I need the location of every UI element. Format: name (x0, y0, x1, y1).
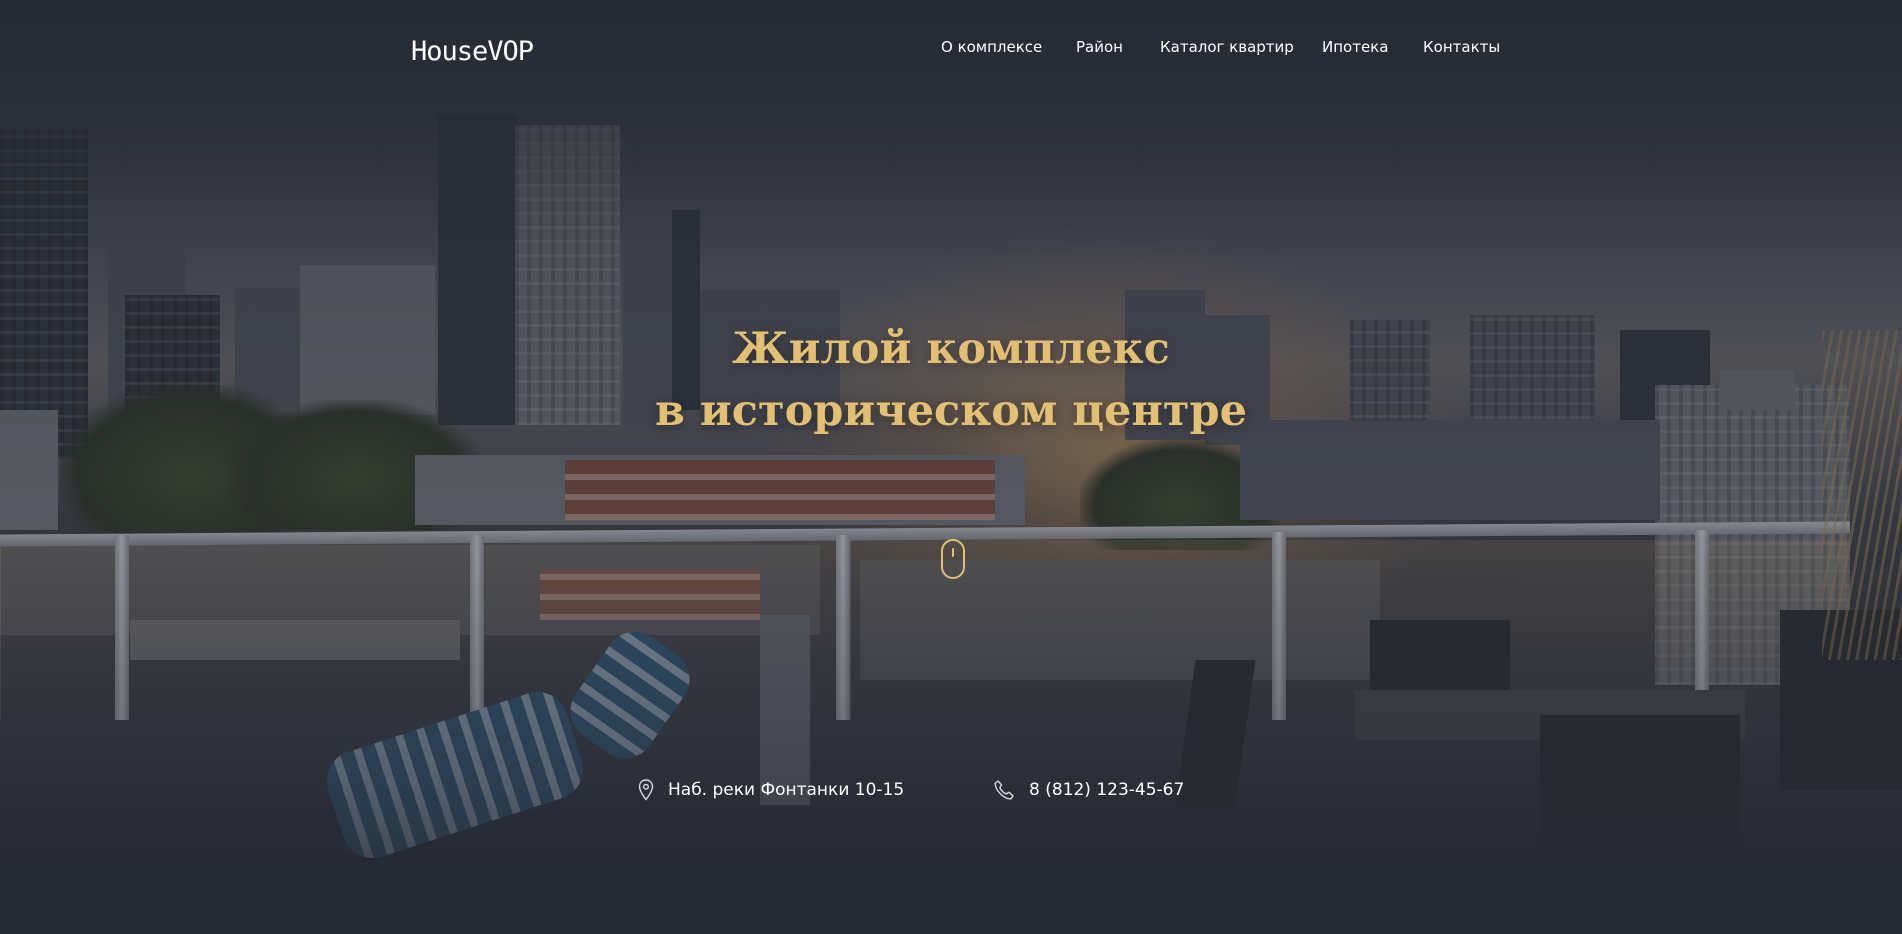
hero-title-line-2: в историческом центре (655, 386, 1247, 436)
phone-link[interactable]: 8 (812) 123-45-67 (1029, 780, 1184, 800)
phone: 8 (812) 123-45-67 (993, 776, 1184, 804)
address: Наб. реки Фонтанки 10-15 (638, 776, 904, 804)
nav-item-contacts[interactable]: Контакты (1423, 38, 1500, 56)
hero-title-line-1: Жилой комплекс (732, 324, 1170, 374)
map-pin-icon (638, 779, 654, 801)
nav-item-district[interactable]: Район (1076, 38, 1123, 56)
hero-dark-overlay (0, 0, 1902, 934)
phone-icon (993, 779, 1015, 801)
nav-item-mortgage[interactable]: Ипотека (1322, 38, 1388, 56)
hero-title: Жилой комплекс в историческом центре (0, 318, 1902, 442)
main-nav: О комплексе Район Каталог квартир Ипотек… (0, 38, 1902, 62)
nav-item-catalog[interactable]: Каталог квартир (1160, 38, 1294, 56)
nav-item-about[interactable]: О комплексе (941, 38, 1042, 56)
address-text: Наб. реки Фонтанки 10-15 (668, 780, 905, 800)
site-header: HouseVOP О комплексе Район Каталог кварт… (0, 0, 1902, 100)
mouse-scroll-icon[interactable] (941, 539, 965, 579)
